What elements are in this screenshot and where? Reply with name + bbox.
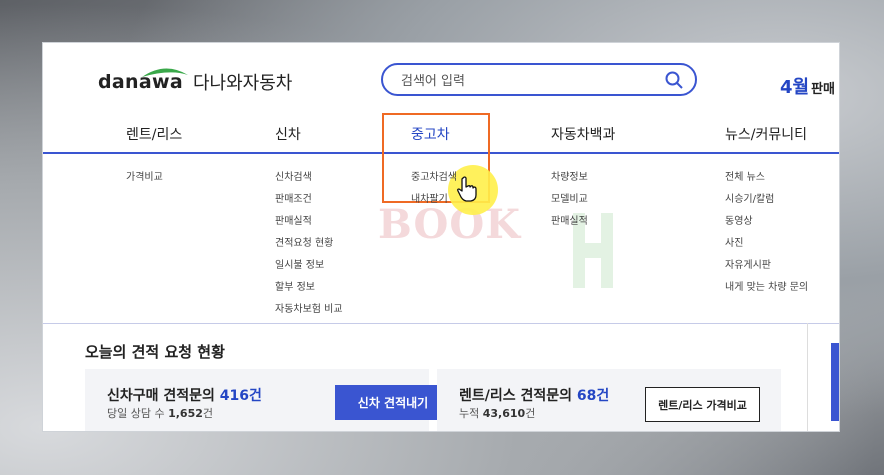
submenu-item[interactable]: 판매실적	[551, 211, 588, 233]
submenu-used-car: 중고차검색 내차팔기	[411, 167, 457, 211]
submenu-item[interactable]: 전체 뉴스	[725, 167, 808, 189]
submenu-item[interactable]: 내게 맞는 차량 문의	[725, 277, 808, 299]
rent-price-compare-button[interactable]: 렌트/리스 가격비교	[645, 387, 760, 422]
submenu-rent-lease: 가격비교	[126, 167, 163, 189]
newcar-quote-button[interactable]: 신차 견적내기	[335, 385, 451, 420]
quote-status-title: 오늘의 견적 요청 현황	[85, 343, 225, 361]
nav-item-rent-lease[interactable]: 렌트/리스	[126, 124, 182, 144]
site-title: 다나와자동차	[192, 73, 293, 94]
search-input[interactable]	[399, 72, 653, 91]
nav-item-new-car[interactable]: 신차	[275, 124, 301, 144]
submenu-item[interactable]: 일시불 정보	[275, 255, 343, 277]
submenu-item[interactable]: 판매조건	[275, 189, 343, 211]
nav-item-news-community[interactable]: 뉴스/커뮤니티	[725, 124, 807, 144]
rent-quote-count: 68	[576, 388, 597, 404]
search-box[interactable]	[381, 63, 697, 96]
submenu-item[interactable]: 사진	[725, 233, 808, 255]
rent-cumulative-count: 누적 43,610건	[459, 407, 536, 420]
submenu-item[interactable]: 할부 정보	[275, 277, 343, 299]
rent-quote-card: 렌트/리스 견적문의 68건 누적 43,610건 렌트/리스 가격비교	[437, 369, 781, 431]
newcar-quote-heading: 신차구매 견적문의 416건	[107, 388, 262, 404]
newcar-quote-card: 신차구매 견적문의 416건 당일 상담 수 1,652건 신차 견적내기	[85, 369, 451, 431]
side-banner[interactable]	[831, 343, 839, 421]
submenu-item[interactable]: 동영상	[725, 211, 808, 233]
submenu-item[interactable]: 견적요청 현황	[275, 233, 343, 255]
promo-banner[interactable]: 4월 판매	[780, 73, 835, 99]
submenu-new-car: 신차검색 판매조건 판매실적 견적요청 현황 일시불 정보 할부 정보 자동차보…	[275, 167, 343, 321]
submenu-item[interactable]: 차량정보	[551, 167, 588, 189]
newcar-consult-count: 당일 상담 수 1,652건	[107, 407, 214, 420]
nav-item-car-encyclopedia[interactable]: 자동차백과	[551, 124, 615, 144]
site-logo[interactable]: danawa 다나와자동차	[98, 68, 293, 95]
rent-quote-heading: 렌트/리스 견적문의 68건	[459, 388, 610, 404]
hand-pointer-icon	[457, 176, 477, 202]
submenu-car-encyclopedia: 차량정보 모델비교 판매실적	[551, 167, 588, 233]
newcar-quote-count: 416	[219, 388, 250, 404]
submenu-item[interactable]: 모델비교	[551, 189, 588, 211]
submenu-item[interactable]: 내차팔기	[411, 189, 457, 211]
submenu-item[interactable]: 자동차보험 비교	[275, 299, 343, 321]
sidebar-divider	[807, 323, 808, 431]
logo-wordmark: danawa	[98, 68, 188, 93]
submenu-item[interactable]: 중고차검색	[411, 167, 457, 189]
submenu-item[interactable]: 가격비교	[126, 167, 163, 189]
section-divider	[43, 323, 839, 324]
submenu-news-community: 전체 뉴스 시승기/칼럼 동영상 사진 자유게시판 내게 맞는 차량 문의	[725, 167, 808, 299]
browser-page: danawa 다나와자동차 4월판매 렌트/리스 신차 중고차 자동차백과 뉴스…	[42, 42, 840, 432]
submenu-item[interactable]: 시승기/칼럼	[725, 189, 808, 211]
submenu-item[interactable]: 신차검색	[275, 167, 343, 189]
search-icon[interactable]	[665, 71, 683, 89]
logo-swoosh-icon	[142, 68, 188, 77]
submenu-item[interactable]: 자유게시판	[725, 255, 808, 277]
submenu-item[interactable]: 판매실적	[275, 211, 343, 233]
